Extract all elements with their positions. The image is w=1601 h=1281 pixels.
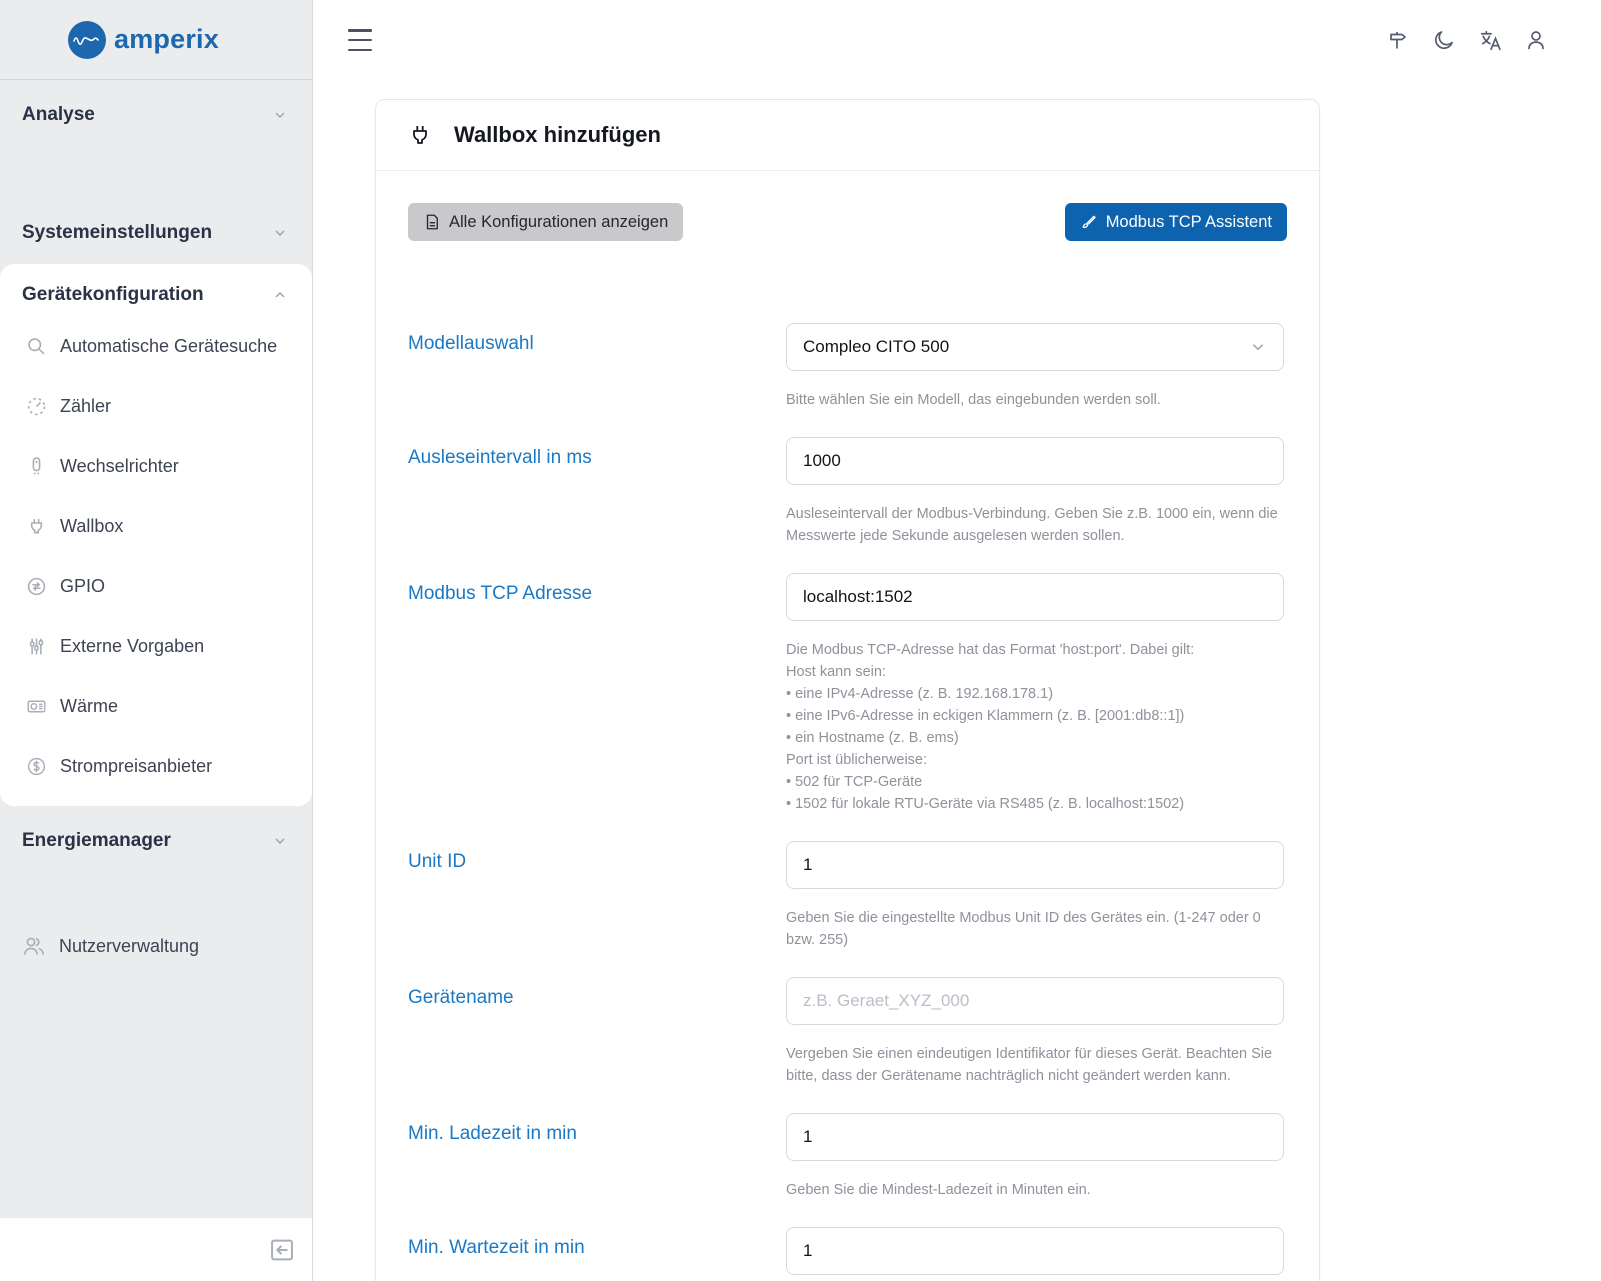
gpio-icon [25,575,47,597]
topbar-actions [1385,27,1549,53]
sliders-icon [25,635,47,657]
wallbox-add-card: Wallbox hinzufügen Alle Konfigurationen … [375,99,1320,1281]
inverter-icon [25,455,47,477]
sidebar-item-wechselrichter[interactable]: Wechselrichter [0,436,312,496]
chevron-down-icon [272,833,288,849]
translate-icon[interactable] [1477,27,1503,53]
sidebar-item-wallbox[interactable]: Wallbox [0,496,312,556]
field-label: Min. Wartezeit in min [408,1227,786,1281]
form-row-ausleseintervall: Ausleseintervall in ms Ausleseintervall … [408,437,1287,547]
brush-icon [1080,213,1098,231]
model-select[interactable]: Compleo CITO 500 [786,323,1284,371]
signpost-icon[interactable] [1385,27,1411,53]
plug-icon [408,122,432,148]
amperix-logo-icon [68,21,106,59]
chevron-down-icon [272,225,288,241]
sidebar-item-strompreisanbieter[interactable]: Strompreisanbieter [0,736,312,796]
sidebar-item-waerme[interactable]: Wärme [0,676,312,736]
field-help: Geben Sie die eingestellte Modbus Unit I… [786,907,1284,951]
main-area: Wallbox hinzufügen Alle Konfigurationen … [313,0,1601,1281]
sidebar-item-nutzerverwaltung[interactable]: Nutzerverwaltung [0,922,312,970]
sidebar-collapse-button[interactable] [268,1235,298,1265]
sidebar: amperix Analyse Systemeinstellungen Gerä… [0,0,313,1281]
sidebar-footer [0,1218,312,1281]
show-all-configurations-button[interactable]: Alle Konfigurationen anzeigen [408,203,683,241]
sidebar-item-automatische-geraetesuche[interactable]: Automatische Gerätesuche [0,316,312,376]
sidebar-section-analyse[interactable]: Analyse [0,96,312,134]
form-row-modbus-tcp-adresse: Modbus TCP Adresse Die Modbus TCP-Adress… [408,573,1287,815]
form-row-geraetename: Gerätename Vergeben Sie einen eindeutige… [408,977,1287,1087]
meter-icon [25,395,47,417]
ausleseintervall-input[interactable] [786,437,1284,485]
chevron-down-icon [272,107,288,123]
model-select-value: Compleo CITO 500 [803,337,949,357]
sidebar-item-externe-vorgaben[interactable]: Externe Vorgaben [0,616,312,676]
form-row-min-ladezeit: Min. Ladezeit in min Geben Sie die Minde… [408,1113,1287,1201]
brand-name: amperix [114,24,219,55]
brand-logo[interactable]: amperix [0,0,312,80]
sidebar-section-systemeinstellungen[interactable]: Systemeinstellungen [0,214,312,252]
sidebar-nav: Analyse Systemeinstellungen Gerätekonfig… [0,80,312,1218]
geraetename-input[interactable] [786,977,1284,1025]
chevron-down-icon [1249,338,1267,356]
unit-id-input[interactable] [786,841,1284,889]
card-header: Wallbox hinzufügen [376,100,1319,171]
field-label: Gerätename [408,977,786,1087]
currency-icon [25,755,47,777]
sidebar-section-energiemanager[interactable]: Energiemanager [0,822,312,860]
field-label: Modbus TCP Adresse [408,573,786,815]
field-label: Modellauswahl [408,323,786,411]
sidebar-item-zaehler[interactable]: Zähler [0,376,312,436]
users-icon [22,934,46,958]
topbar [313,0,1601,80]
min-wartezeit-input[interactable] [786,1227,1284,1275]
field-label: Unit ID [408,841,786,951]
field-help: Die Modbus TCP-Adresse hat das Format 'h… [786,639,1284,815]
user-icon[interactable] [1523,27,1549,53]
sidebar-item-gpio[interactable]: GPIO [0,556,312,616]
chevron-up-icon [272,287,288,303]
field-help: Ausleseintervall der Modbus-Verbindung. … [786,503,1284,547]
heat-icon [25,695,47,717]
plug-icon [25,515,47,537]
modbus-tcp-assistant-button[interactable]: Modbus TCP Assistent [1065,203,1287,241]
document-icon [423,213,441,231]
min-ladezeit-input[interactable] [786,1113,1284,1161]
sidebar-section-geraetekonfiguration[interactable]: Gerätekonfiguration [0,274,312,316]
menu-toggle-button[interactable] [348,29,376,51]
field-label: Ausleseintervall in ms [408,437,786,547]
field-help: Vergeben Sie einen eindeutigen Identifik… [786,1043,1284,1087]
modbus-tcp-adresse-input[interactable] [786,573,1284,621]
sidebar-expanded-group: Gerätekonfiguration Automatische Gerätes… [0,264,312,806]
form-row-modellauswahl: Modellauswahl Compleo CITO 500 Bitte wäh… [408,323,1287,411]
search-icon [25,335,47,357]
field-help: Geben Sie die Mindest-Ladezeit in Minute… [786,1179,1284,1201]
moon-icon[interactable] [1431,27,1457,53]
form-row-unit-id: Unit ID Geben Sie die eingestellte Modbu… [408,841,1287,951]
field-label: Min. Ladezeit in min [408,1113,786,1201]
field-help: Bitte wählen Sie ein Modell, das eingebu… [786,389,1284,411]
form-row-min-wartezeit: Min. Wartezeit in min Geben Sie die Wart… [408,1227,1287,1281]
actions-row: Alle Konfigurationen anzeigen Modbus TCP… [408,203,1287,241]
card-body: Alle Konfigurationen anzeigen Modbus TCP… [376,171,1319,1281]
page-title: Wallbox hinzufügen [454,122,661,148]
